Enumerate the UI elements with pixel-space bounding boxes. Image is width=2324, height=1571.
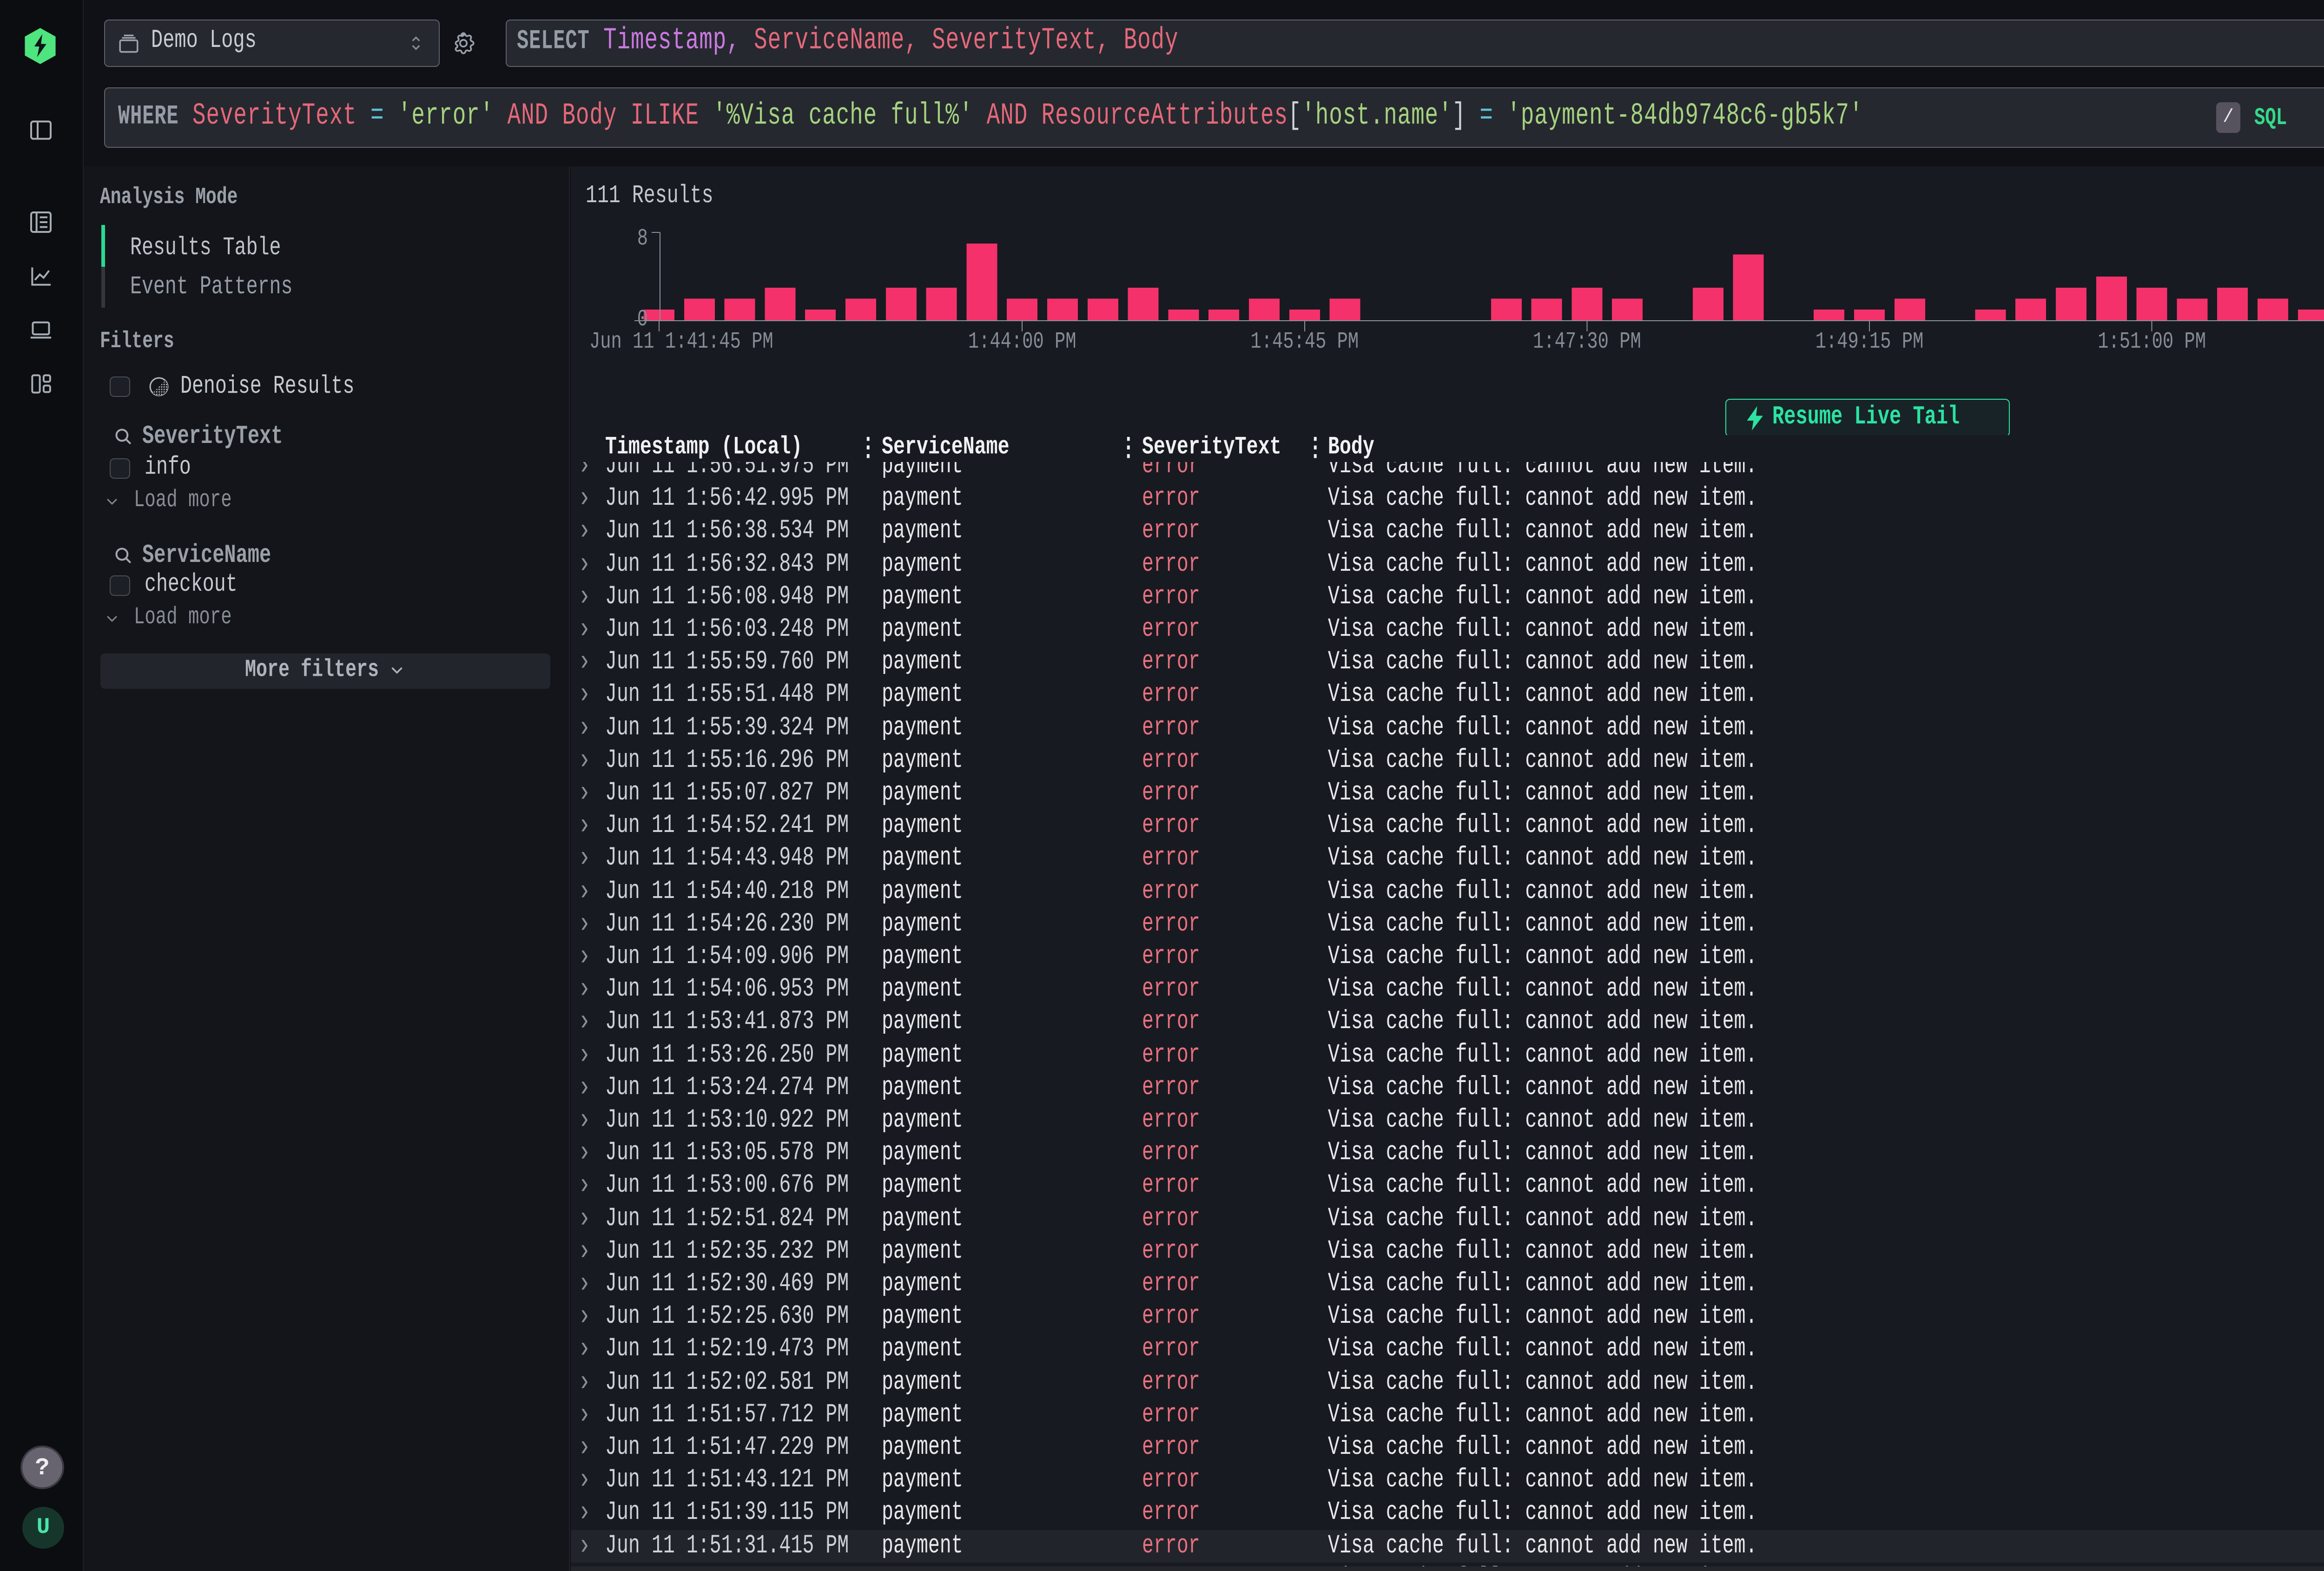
svg-text:1:47:30 PM: 1:47:30 PM <box>1532 329 1641 355</box>
svg-text:1:49:15 PM: 1:49:15 PM <box>1815 329 1923 355</box>
svg-text:Jun 11 1:41:45 PM: Jun 11 1:41:45 PM <box>589 329 773 355</box>
svg-text:1:45:45 PM: 1:45:45 PM <box>1250 329 1358 355</box>
svg-text:8: 8 <box>637 226 647 252</box>
svg-text:1:44:00 PM: 1:44:00 PM <box>968 329 1076 355</box>
svg-text:1:51:00 PM: 1:51:00 PM <box>2097 329 2205 355</box>
